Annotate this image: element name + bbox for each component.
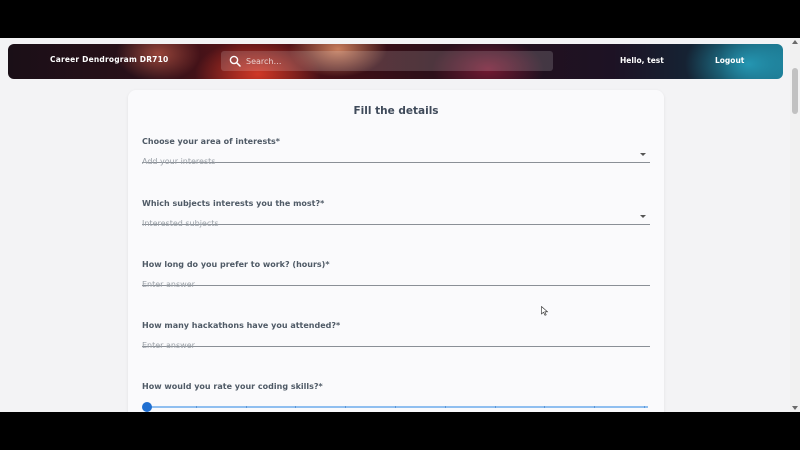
scroll-thumb[interactable] — [792, 68, 798, 114]
slider-track[interactable] — [146, 406, 648, 408]
slider-tick — [395, 406, 396, 408]
chevron-down-icon[interactable] — [640, 153, 646, 156]
work-hours-input[interactable]: Enter answer — [142, 272, 650, 289]
slider-tick — [295, 406, 297, 408]
subjects-field: Which subjects interests you the most?* … — [142, 199, 650, 228]
slider-tick — [594, 406, 596, 408]
hackathons-field: How many hackathons have you attended?* … — [142, 321, 650, 350]
chevron-down-icon[interactable] — [640, 215, 646, 218]
slider-tick — [444, 406, 446, 408]
slider-tick — [544, 406, 546, 408]
mouse-cursor-icon — [541, 306, 549, 316]
coding-skills-field: How would you rate your coding skills?* — [142, 382, 650, 391]
search-icon — [229, 55, 241, 67]
scroll-up-arrow-icon[interactable] — [792, 40, 798, 44]
slider-tick — [195, 406, 197, 408]
work-hours-label: How long do you prefer to work? (hours)* — [142, 260, 330, 269]
scroll-down-arrow-icon[interactable] — [792, 406, 798, 410]
page-viewport: Career Dendrogram DR710 Hello, test Logo… — [0, 38, 800, 412]
hackathons-label: How many hackathons have you attended?* — [142, 321, 341, 330]
search-bar[interactable] — [221, 51, 553, 71]
interests-field: Choose your area of interests* Add your … — [142, 137, 650, 166]
hackathons-input[interactable]: Enter answer — [142, 333, 650, 350]
subjects-placeholder: Interested subjects — [142, 219, 219, 228]
form-title: Fill the details — [353, 105, 439, 117]
user-greeting: Hello, test — [620, 56, 664, 65]
slider-tick — [345, 406, 347, 408]
search-input[interactable] — [246, 56, 536, 66]
coding-skills-label: How would you rate your coding skills?* — [142, 382, 323, 391]
work-hours-placeholder: Enter answer — [142, 280, 195, 289]
coding-skills-slider[interactable] — [142, 402, 648, 412]
interests-placeholder: Add your interests — [142, 157, 216, 166]
subjects-label: Which subjects interests you the most?* — [142, 199, 325, 208]
slider-tick — [245, 406, 247, 408]
logout-button[interactable]: Logout — [715, 56, 744, 65]
slider-tick — [494, 406, 496, 408]
work-hours-field: How long do you prefer to work? (hours)*… — [142, 260, 650, 289]
top-navbar: Career Dendrogram DR710 Hello, test Logo… — [8, 44, 783, 79]
interests-label: Choose your area of interests* — [142, 137, 280, 146]
slider-thumb[interactable] — [142, 402, 152, 412]
page-scrollbar[interactable] — [790, 38, 800, 412]
slider-tick — [644, 406, 645, 408]
app-brand[interactable]: Career Dendrogram DR710 — [50, 55, 168, 64]
hackathons-placeholder: Enter answer — [142, 341, 195, 350]
interests-select[interactable]: Add your interests — [142, 149, 650, 166]
details-form-card: Fill the details Choose your area of int… — [128, 90, 664, 412]
subjects-select[interactable]: Interested subjects — [142, 211, 650, 228]
